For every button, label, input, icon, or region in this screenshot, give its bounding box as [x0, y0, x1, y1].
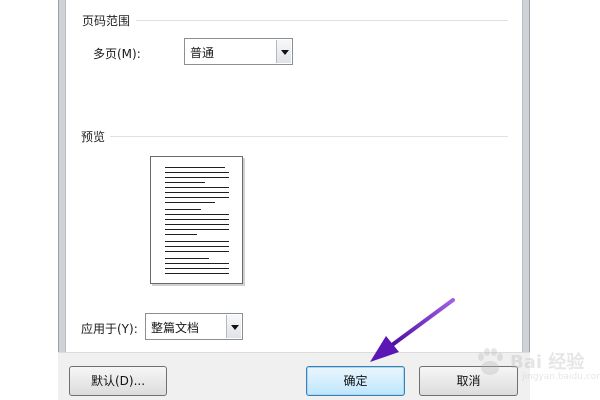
paw-icon — [478, 348, 503, 375]
watermark-text: Bai 经验 — [510, 352, 585, 373]
preview-text-line — [165, 268, 229, 269]
preview-text-line — [165, 224, 229, 225]
preview-text-line — [165, 182, 205, 183]
apply-to-select-value: 整篇文档 — [151, 321, 200, 335]
page-range-group-title: 页码范围 — [82, 14, 131, 28]
default-button[interactable]: 默认(D)... — [69, 366, 167, 396]
page-preview-thumbnail — [150, 156, 243, 284]
preview-group-title: 预览 — [81, 130, 106, 144]
preview-text-line — [165, 234, 197, 235]
apply-to-label: 应用于(Y): — [81, 322, 138, 336]
baidu-jingyan-watermark: Bai 经验 jingyan.baidu.com — [470, 340, 600, 390]
preview-divider — [110, 136, 508, 137]
apply-to-select[interactable]: 整篇文档 — [145, 313, 243, 340]
preview-text-line — [165, 209, 201, 210]
preview-text-line — [165, 263, 229, 264]
preview-text-line — [165, 214, 229, 215]
chevron-down-icon[interactable] — [226, 315, 241, 338]
preview-text-line — [165, 172, 229, 173]
preview-text-line — [165, 187, 229, 188]
preview-text-line — [165, 251, 229, 252]
multi-page-label: 多页(M): — [93, 47, 141, 61]
preview-text-line — [165, 246, 229, 247]
page-range-divider — [136, 20, 508, 21]
watermark-url: jingyan.baidu.com — [522, 372, 600, 382]
preview-text-line — [165, 241, 229, 242]
preview-text-line — [165, 192, 229, 193]
ok-button[interactable]: 确定 — [306, 366, 405, 396]
preview-text-line — [165, 258, 209, 259]
preview-text-line — [165, 219, 229, 220]
preview-text-line — [165, 229, 229, 230]
preview-text-line — [165, 202, 215, 203]
preview-text-line — [165, 167, 225, 168]
multi-page-select[interactable]: 普通 — [184, 38, 293, 65]
preview-text-line — [165, 197, 229, 198]
multi-page-select-value: 普通 — [190, 46, 215, 60]
preview-text-line — [165, 177, 229, 178]
dialog-left-border — [58, 0, 66, 400]
chevron-down-icon[interactable] — [276, 40, 291, 63]
preview-text-line — [165, 273, 229, 274]
